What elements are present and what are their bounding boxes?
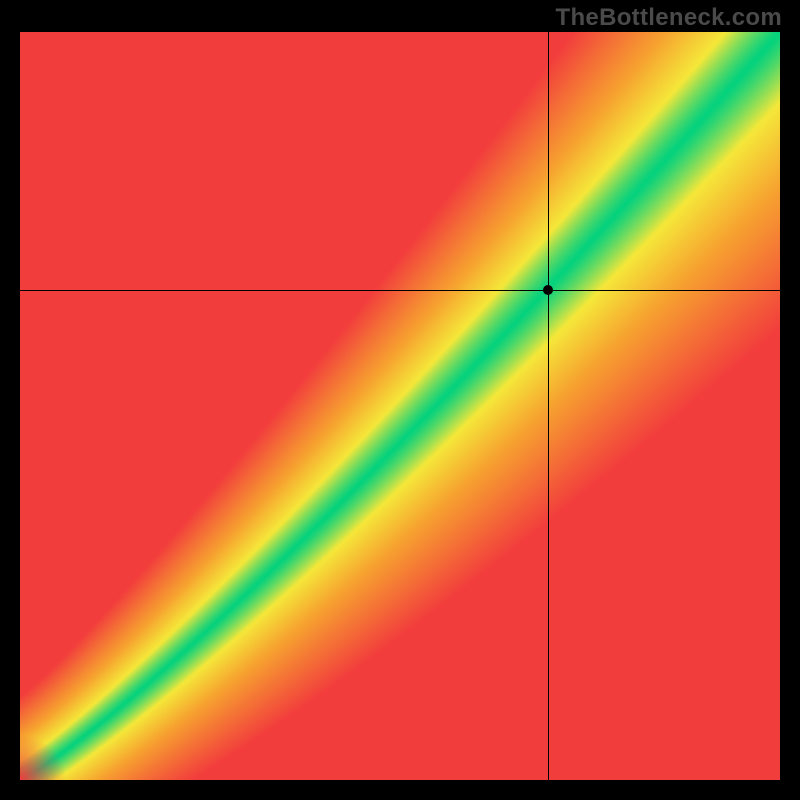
- selection-marker: [543, 285, 553, 295]
- crosshair-horizontal: [20, 290, 780, 291]
- heatmap-plot: [20, 32, 780, 780]
- heatmap-canvas: [20, 32, 780, 780]
- crosshair-vertical: [548, 32, 549, 780]
- chart-frame: TheBottleneck.com: [0, 0, 800, 800]
- watermark-text: TheBottleneck.com: [556, 4, 782, 32]
